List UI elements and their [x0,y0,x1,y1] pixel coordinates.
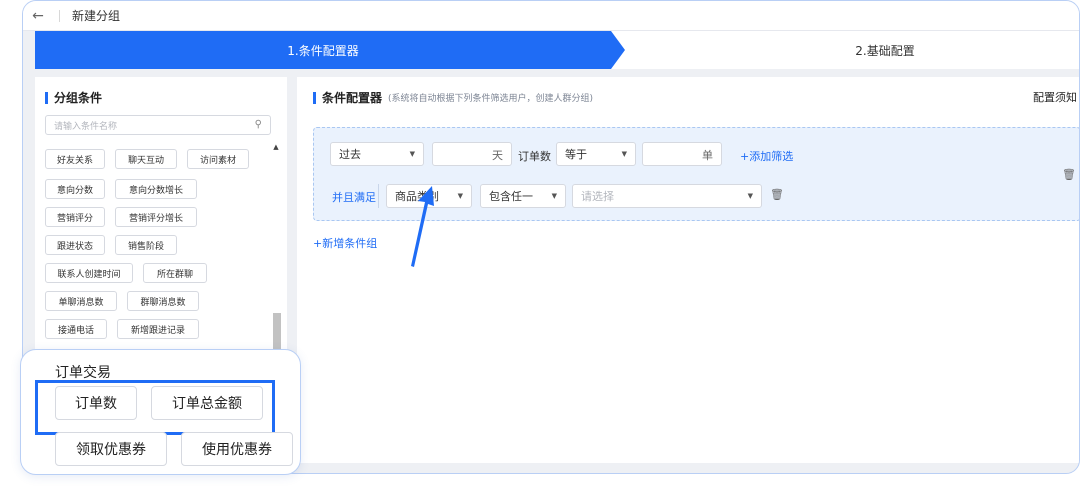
period-select[interactable]: 过去 ▼ [330,142,424,166]
tag-intent-score-growth[interactable]: 意向分数增长 [115,179,197,199]
value-placeholder: 请选择 [581,190,614,203]
config-notice-link[interactable]: 配置须知 [1033,89,1077,105]
count-input[interactable]: 单 [642,142,722,166]
panel-title: 分组条件 [54,91,103,105]
tag-group-chat[interactable]: 所在群聊 [143,263,207,283]
tag-contact-created-time[interactable]: 联系人创建时间 [45,263,133,283]
match-value: 包含任一 [489,190,533,203]
chevron-down-icon: ▼ [409,150,415,158]
row-divider [378,184,379,208]
order-trade-heading: 订单交易 [55,365,111,381]
category-value: 商品类别 [395,190,439,203]
tag-marketing-score[interactable]: 营销评分 [45,207,105,227]
condition-group: 过去 ▼ 天 订单数 等于 ▼ 单 +添加筛选 🗑 并且满足 商品类别 ▼ 包含… [313,127,1079,221]
condition-search-input[interactable]: 请输入条件名称 ⚲ [45,115,271,135]
chevron-down-icon: ▼ [457,192,463,200]
accent-bar [45,91,48,104]
main-heading: 条件配置器 (系统将自动根据下列条件筛选用户，创建人群分组) [313,89,593,106]
zoomed-order-trade-callout: 订单交易 订单数 订单总金额 领取优惠券 使用优惠券 [20,349,301,475]
add-filter-link[interactable]: +添加筛选 [740,148,793,164]
scroll-up-icon[interactable]: ▲ [271,143,281,151]
days-input[interactable]: 天 [432,142,512,166]
tag-friend-relation[interactable]: 好友关系 [45,149,105,169]
main-subtitle: (系统将自动根据下列条件筛选用户，创建人群分组) [388,94,594,104]
tag-sales-stage[interactable]: 销售阶段 [115,235,177,255]
value-select[interactable]: 请选择 ▼ [572,184,762,208]
chevron-down-icon: ▼ [621,150,627,158]
condition-config-panel: 条件配置器 (系统将自动根据下列条件筛选用户，创建人群分组) 配置须知 过去 ▼… [297,77,1079,463]
tag-order-count[interactable]: 订单数 [55,386,137,420]
metric-label: 订单数 [518,150,551,163]
tag-visit-material[interactable]: 访问素材 [187,149,249,169]
trash-icon[interactable]: 🗑 [770,188,784,201]
tag-order-total-amount[interactable]: 订单总金额 [151,386,263,420]
period-value: 过去 [339,148,361,161]
operator-value: 等于 [565,148,587,161]
step-arrow [611,31,625,69]
accent-bar [313,91,316,104]
chevron-down-icon: ▼ [551,192,557,200]
search-placeholder: 请输入条件名称 [54,121,118,132]
tag-group-msg-count[interactable]: 群聊消息数 [127,291,199,311]
chevron-down-icon: ▼ [747,192,753,200]
top-bar: ← 新建分组 [23,1,1079,31]
scrollbar[interactable]: ▲ [271,143,281,377]
trash-icon[interactable]: 🗑 [1062,168,1076,181]
count-unit: 单 [702,149,713,162]
condition-list-panel: 分组条件 请输入条件名称 ⚲ 好友关系 聊天互动 访问素材 意向分数 意向分数增… [35,77,287,377]
days-unit: 天 [492,149,503,162]
tag-call-connected[interactable]: 接通电话 [45,319,107,339]
tag-private-msg-count[interactable]: 单聊消息数 [45,291,117,311]
divider [59,9,60,22]
tag-intent-score[interactable]: 意向分数 [45,179,105,199]
tag-follow-status[interactable]: 跟进状态 [45,235,105,255]
tag-use-coupon[interactable]: 使用优惠券 [181,432,293,466]
panel-heading: 分组条件 [45,89,102,106]
main-title: 条件配置器 [322,91,383,105]
step-basic-config[interactable]: 2.基础配置 [735,31,1035,69]
step-condition-config[interactable]: 1.条件配置器 [35,31,611,69]
category-select[interactable]: 商品类别 ▼ [386,184,472,208]
page-title: 新建分组 [72,9,121,23]
tag-chat-interaction[interactable]: 聊天互动 [115,149,177,169]
stepper: 1.条件配置器 2.基础配置 [35,31,1079,69]
operator-select[interactable]: 等于 ▼ [556,142,636,166]
match-select[interactable]: 包含任一 ▼ [480,184,566,208]
and-satisfy-label: 并且满足 [332,191,376,204]
back-arrow-icon[interactable]: ← [23,8,53,24]
tag-new-follow-record[interactable]: 新增跟进记录 [117,319,199,339]
add-condition-group-link[interactable]: +新增条件组 [313,235,377,251]
tag-claim-coupon[interactable]: 领取优惠券 [55,432,167,466]
search-icon[interactable]: ⚲ [255,119,262,130]
tag-marketing-score-growth[interactable]: 营销评分增长 [115,207,197,227]
